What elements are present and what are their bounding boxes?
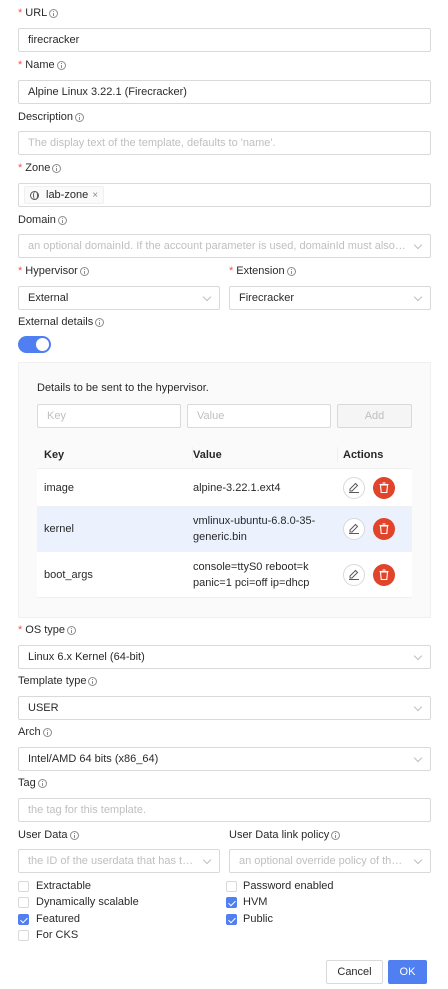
row-key: image <box>44 482 74 494</box>
delete-button[interactable] <box>373 518 395 540</box>
edit-icon <box>349 569 359 580</box>
chevron-down-icon <box>202 855 212 865</box>
hypervisor-select[interactable]: External <box>18 286 220 310</box>
row-value-line-1: vmlinux-ubuntu-6.8.0-35- <box>193 515 316 527</box>
external-details-label: External details <box>18 316 105 328</box>
info-icon <box>79 266 89 276</box>
password-enabled-checkbox[interactable] <box>226 881 237 892</box>
zone-label: * Zone <box>18 162 62 174</box>
add-button[interactable]: Add <box>337 404 412 428</box>
info-icon <box>49 8 59 18</box>
user-data-label: User Data <box>18 829 79 841</box>
hvm-label: HVM <box>243 896 268 908</box>
os-type-label: * OS type <box>18 624 77 636</box>
edit-button[interactable] <box>343 477 365 499</box>
edit-icon <box>349 523 359 534</box>
globe-icon <box>30 190 39 200</box>
info-icon <box>286 266 296 276</box>
info-icon <box>69 830 79 840</box>
value-input[interactable]: Value <box>187 404 331 428</box>
domain-select[interactable]: an optional domainId. If the account par… <box>18 234 431 258</box>
for-cks-checkbox[interactable] <box>18 930 29 941</box>
extension-select[interactable]: Firecracker <box>229 286 431 310</box>
extractable-label: Extractable <box>36 880 92 892</box>
row-value: alpine-3.22.1.ext4 <box>193 482 281 494</box>
delete-button[interactable] <box>373 477 395 499</box>
description-input[interactable]: The display text of the template, defaul… <box>18 131 431 155</box>
info-icon <box>56 60 66 70</box>
edit-icon <box>349 482 359 493</box>
info-icon <box>95 317 105 327</box>
delete-button[interactable] <box>373 564 395 586</box>
public-label: Public <box>243 913 273 925</box>
column-value: Value <box>193 449 222 461</box>
zone-select[interactable]: lab-zone × <box>18 183 431 207</box>
description-label: Description <box>18 111 85 123</box>
tag-label: Tag <box>18 777 47 789</box>
password-enabled-label: Password enabled <box>243 880 334 892</box>
featured-checkbox[interactable] <box>18 914 29 925</box>
chevron-down-icon <box>413 702 423 712</box>
template-type-label: Template type <box>18 675 98 687</box>
info-icon <box>52 163 62 173</box>
chevron-down-icon <box>413 753 423 763</box>
dynamically-scalable-checkbox[interactable] <box>18 897 29 908</box>
chevron-down-icon <box>413 651 423 661</box>
arch-label: Arch <box>18 726 52 738</box>
key-input[interactable]: Key <box>37 404 181 428</box>
panel-title: Details to be sent to the hypervisor. <box>37 382 209 394</box>
edit-button[interactable] <box>343 564 365 586</box>
chevron-down-icon <box>413 240 423 250</box>
url-label: * URL <box>18 7 59 19</box>
for-cks-label: For CKS <box>36 929 79 941</box>
chevron-down-icon <box>413 855 423 865</box>
info-icon <box>331 830 341 840</box>
ok-button[interactable]: OK <box>388 960 427 984</box>
extension-label: * Extension <box>229 265 296 277</box>
row-value-line-1: console=ttyS0 reboot=k <box>193 561 309 573</box>
info-icon <box>75 112 85 122</box>
featured-label: Featured <box>36 913 81 925</box>
name-input[interactable]: Alpine Linux 3.22.1 (Firecracker) <box>18 80 431 104</box>
close-icon[interactable]: × <box>92 190 98 201</box>
edit-button[interactable] <box>343 518 365 540</box>
url-input[interactable]: firecracker <box>18 28 431 52</box>
column-actions: Actions <box>343 449 384 461</box>
zone-tag: lab-zone × <box>24 186 105 204</box>
row-key: kernel <box>44 523 74 535</box>
user-data-select[interactable]: the ID of the userdata that has to... <box>18 849 220 873</box>
os-type-select[interactable]: Linux 6.x Kernel (64-bit) <box>18 645 431 669</box>
info-icon <box>42 727 52 737</box>
extractable-checkbox[interactable] <box>18 881 29 892</box>
row-value-line-2: generic.bin <box>193 531 247 543</box>
info-icon <box>37 778 47 788</box>
dynamically-scalable-label: Dynamically scalable <box>36 896 139 908</box>
arch-select[interactable]: Intel/AMD 64 bits (x86_64) <box>18 747 431 771</box>
chevron-down-icon <box>413 292 423 302</box>
hypervisor-label: * Hypervisor <box>18 265 89 277</box>
cancel-button[interactable]: Cancel <box>326 960 383 984</box>
trash-icon <box>379 482 389 494</box>
name-label: * Name <box>18 59 66 71</box>
info-icon <box>88 676 98 686</box>
column-key: Key <box>44 449 65 461</box>
external-details-toggle[interactable] <box>18 336 51 353</box>
chevron-down-icon <box>202 292 212 302</box>
user-data-policy-label: User Data link policy <box>229 829 341 841</box>
domain-label: Domain <box>18 214 67 226</box>
hvm-checkbox[interactable] <box>226 897 237 908</box>
row-key: boot_args <box>44 569 93 581</box>
info-icon <box>57 215 67 225</box>
info-icon <box>67 625 77 635</box>
trash-icon <box>379 523 389 535</box>
public-checkbox[interactable] <box>226 914 237 925</box>
user-data-policy-select[interactable]: an optional override policy of the... <box>229 849 431 873</box>
template-type-select[interactable]: USER <box>18 696 431 720</box>
trash-icon <box>379 569 389 581</box>
tag-input[interactable]: the tag for this template. <box>18 798 431 822</box>
row-value-line-2: panic=1 pci=off ip=dhcp <box>193 577 310 589</box>
